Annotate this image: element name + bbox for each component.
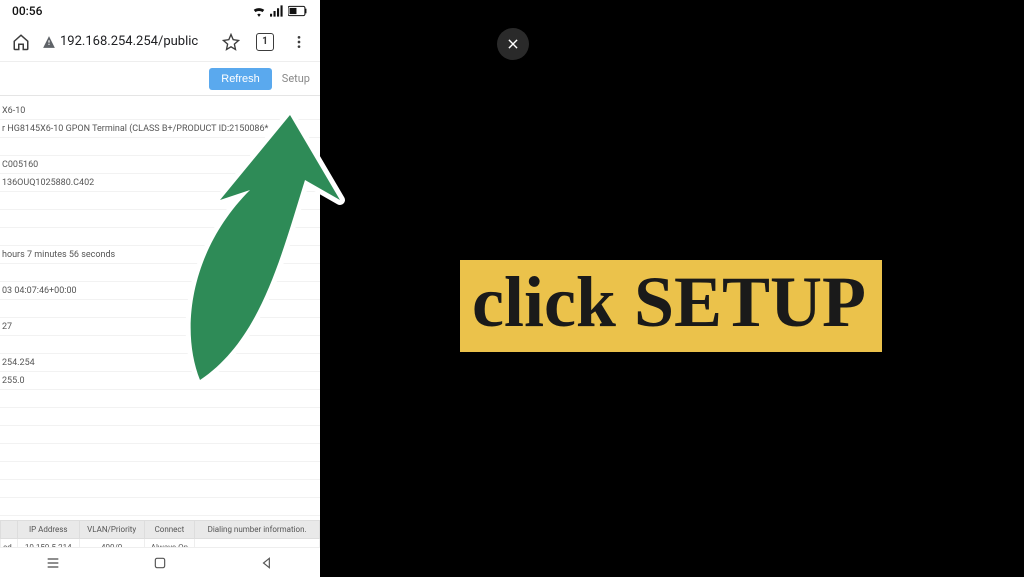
table-cell: ed	[1, 539, 18, 548]
router-admin-page: Refresh Setup X6-10r HG8145X6-10 GPON Te…	[0, 62, 320, 547]
info-row: X6-10	[0, 102, 320, 120]
tabs-button[interactable]: 1	[250, 27, 280, 57]
info-row: .	[0, 480, 320, 498]
phone-frame: 00:56 192.168.254.254/public 1	[0, 0, 320, 577]
info-row: 136OUQ1025880.C402	[0, 174, 320, 192]
info-row: .	[0, 300, 320, 318]
kebab-menu-icon[interactable]	[284, 27, 314, 57]
info-row: .	[0, 462, 320, 480]
refresh-button[interactable]: Refresh	[209, 68, 272, 90]
info-row: .	[0, 426, 320, 444]
info-row: .	[0, 138, 320, 156]
info-row: hours 7 minutes 56 seconds	[0, 246, 320, 264]
info-row: .	[0, 228, 320, 246]
status-icons	[252, 5, 308, 17]
wan-table: IP AddressVLAN/PriorityConnectDialing nu…	[0, 520, 320, 547]
page-toolbar: Refresh Setup	[0, 62, 320, 96]
close-button[interactable]	[497, 28, 529, 60]
info-row: .	[0, 498, 320, 516]
info-row: C005160	[0, 156, 320, 174]
column-header: Dialing number information.	[195, 521, 320, 539]
info-row: r HG8145X6-10 GPON Terminal (CLASS B+/PR…	[0, 120, 320, 138]
column-header: IP Address	[17, 521, 79, 539]
home-icon[interactable]	[6, 27, 36, 57]
close-icon	[506, 37, 520, 51]
tab-count: 1	[256, 33, 274, 51]
table-cell: 10.159.5.214	[17, 539, 79, 548]
table-row: ed10.159.5.214400/0Always On--	[1, 539, 320, 548]
instruction-label: click SETUP	[460, 260, 882, 352]
signal-icon	[270, 5, 284, 17]
table-cell: Always On	[144, 539, 195, 548]
back-button[interactable]	[247, 553, 287, 573]
android-nav-bar	[0, 547, 320, 577]
recents-button[interactable]	[33, 553, 73, 573]
info-row: .	[0, 408, 320, 426]
column-header	[1, 521, 18, 539]
table-cell: 400/0	[79, 539, 144, 548]
info-row: 27	[0, 318, 320, 336]
info-row: .	[0, 210, 320, 228]
table-cell: --	[195, 539, 320, 548]
info-row: .	[0, 444, 320, 462]
info-row: .	[0, 192, 320, 210]
battery-icon	[288, 5, 308, 17]
setup-link[interactable]: Setup	[282, 72, 310, 85]
wifi-icon	[252, 5, 266, 17]
info-row: 255.0	[0, 372, 320, 390]
insecure-icon	[40, 33, 58, 51]
info-row: .	[0, 390, 320, 408]
star-icon[interactable]	[216, 27, 246, 57]
url-text: 192.168.254.254/public	[60, 34, 198, 49]
android-status-bar: 00:56	[0, 0, 320, 22]
info-row: .	[0, 336, 320, 354]
device-info-list: X6-10r HG8145X6-10 GPON Terminal (CLASS …	[0, 96, 320, 516]
clock: 00:56	[12, 4, 42, 18]
info-row: .	[0, 264, 320, 282]
home-button[interactable]	[140, 553, 180, 573]
info-row: 03 04:07:46+00:00	[0, 282, 320, 300]
info-row: 254.254	[0, 354, 320, 372]
url-field[interactable]: 192.168.254.254/public	[40, 28, 212, 56]
column-header: Connect	[144, 521, 195, 539]
browser-address-bar: 192.168.254.254/public 1	[0, 22, 320, 62]
column-header: VLAN/Priority	[79, 521, 144, 539]
table-header-row: IP AddressVLAN/PriorityConnectDialing nu…	[1, 521, 320, 539]
